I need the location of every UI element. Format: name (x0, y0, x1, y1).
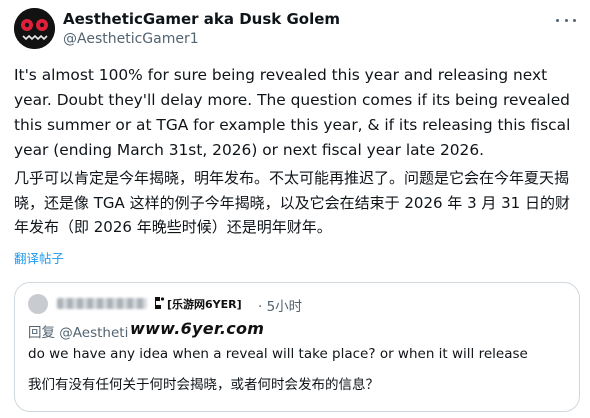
quote-avatar (28, 294, 48, 314)
author-handle[interactable]: @AestheticGamer1 (63, 31, 199, 47)
watermark-label: [乐游网6YER] (167, 298, 242, 311)
quoted-tweet[interactable]: [乐游网6YER] · 5小时 回复 @Aestheti www.6yer.co… (14, 282, 580, 412)
watermark-url: www.6yer.com (130, 319, 265, 338)
watermark-logo-icon (155, 297, 165, 309)
quote-reply-to: 回复 @Aestheti (28, 325, 129, 341)
avatar-face-icon (14, 8, 55, 49)
quote-text: do we have any idea when a reveal will t… (28, 346, 528, 362)
author-name[interactable]: AestheticGamer aka Dusk Golem (63, 10, 340, 28)
tweet-translation: 几乎可以肯定是今年揭晓，明年发布。不太可能再推迟了。问题是它会在今年夏天揭晓，还… (14, 169, 570, 236)
quote-translation: 我们有没有任何关于何时会揭晓，或者何时会发布的信息？ (28, 377, 379, 393)
translate-post-link[interactable]: 翻译帖子 (14, 248, 64, 267)
avatar[interactable] (14, 8, 55, 49)
tweet-header: AestheticGamer aka Dusk Golem @Aesthetic… (14, 8, 580, 52)
tweet-text: It's almost 100% for sure being revealed… (14, 66, 571, 159)
quote-timestamp[interactable]: · 5小时 (258, 295, 302, 315)
more-dots-icon[interactable] (556, 12, 576, 28)
quote-author-redacted (57, 298, 147, 309)
